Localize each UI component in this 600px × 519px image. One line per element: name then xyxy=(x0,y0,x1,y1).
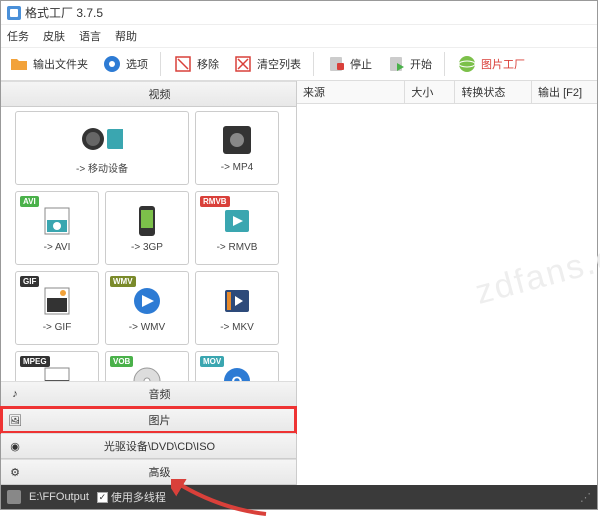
app-logo-icon xyxy=(7,6,21,20)
right-panel: 来源 大小 转换状态 输出 [F2] zdfans.c xyxy=(297,81,597,485)
titlebar: 格式工厂 3.7.5 xyxy=(1,1,597,25)
tile-mpg[interactable]: MPEG -> MPG xyxy=(15,351,99,381)
wmv-icon xyxy=(126,283,168,319)
toolbar-separator xyxy=(444,52,445,76)
main-content: 视频 -> 移动设备 -> MP4 AVI -> AVI xyxy=(1,81,597,485)
options-icon xyxy=(102,54,122,74)
tile-wmv[interactable]: WMV -> WMV xyxy=(105,271,189,345)
clear-list-button[interactable]: 清空列表 xyxy=(231,53,303,75)
col-output[interactable]: 输出 [F2] xyxy=(532,81,597,103)
menu-skin[interactable]: 皮肤 xyxy=(43,28,65,44)
category-video[interactable]: 视频 xyxy=(1,81,296,107)
stop-icon xyxy=(326,54,346,74)
left-panel: 视频 -> 移动设备 -> MP4 AVI -> AVI xyxy=(1,81,297,485)
disc-icon: ◉ xyxy=(1,440,23,453)
clear-icon xyxy=(233,54,253,74)
mkv-icon xyxy=(216,283,258,319)
toolbar: 输出文件夹 选项 移除 清空列表 停止 开始 图片工厂 xyxy=(1,48,597,81)
file-list[interactable]: zdfans.c xyxy=(297,104,597,485)
format-grid: -> 移动设备 -> MP4 AVI -> AVI -> 3GP xyxy=(1,107,296,381)
avi-tag: AVI xyxy=(20,196,39,207)
menu-task[interactable]: 任务 xyxy=(7,28,29,44)
gif-tag: GIF xyxy=(20,276,39,287)
tile-avi[interactable]: AVI -> AVI xyxy=(15,191,99,265)
3gp-icon xyxy=(126,203,168,239)
menu-help[interactable]: 帮助 xyxy=(115,28,137,44)
tile-mov[interactable]: MOV Q -> MOV xyxy=(195,351,279,381)
music-note-icon: ♪ xyxy=(1,388,23,400)
folder-small-icon[interactable] xyxy=(7,490,21,504)
mp4-icon xyxy=(216,123,258,159)
col-source[interactable]: 来源 xyxy=(297,81,405,103)
output-folder-button[interactable]: 输出文件夹 xyxy=(7,53,90,75)
tile-vob[interactable]: VOB -> VOB xyxy=(105,351,189,381)
annotation-arrow-icon xyxy=(171,479,271,519)
multithread-checkbox[interactable]: ✓使用多线程 xyxy=(97,489,166,505)
resize-grip-icon[interactable]: ⋰ xyxy=(580,491,591,504)
start-icon xyxy=(386,54,406,74)
tile-3gp[interactable]: -> 3GP xyxy=(105,191,189,265)
list-header: 来源 大小 转换状态 输出 [F2] xyxy=(297,81,597,104)
category-disc[interactable]: ◉ 光驱设备\DVD\CD\ISO xyxy=(1,433,296,459)
picture-icon: 🖼 xyxy=(1,414,23,427)
watermark: zdfans.c xyxy=(472,239,600,314)
col-state[interactable]: 转换状态 xyxy=(455,81,532,103)
devices-icon xyxy=(81,121,123,157)
folder-icon xyxy=(9,54,29,74)
toolbar-separator xyxy=(160,52,161,76)
menubar: 任务 皮肤 语言 帮助 xyxy=(1,25,597,48)
remove-icon xyxy=(173,54,193,74)
tile-mp4[interactable]: -> MP4 xyxy=(195,111,279,185)
category-picture[interactable]: 🖼 图片 xyxy=(1,407,296,433)
tile-rmvb[interactable]: RMVB -> RMVB xyxy=(195,191,279,265)
wmv-tag: WMV xyxy=(110,276,136,287)
gear-icon: ⚙ xyxy=(1,466,23,479)
avi-icon xyxy=(36,203,78,239)
app-window: 格式工厂 3.7.5 任务 皮肤 语言 帮助 输出文件夹 选项 移除 清空列表 … xyxy=(0,0,598,510)
options-button[interactable]: 选项 xyxy=(100,53,150,75)
rmvb-tag: RMVB xyxy=(200,196,230,207)
mpeg-tag: MPEG xyxy=(20,356,50,367)
image-factory-button[interactable]: 图片工厂 xyxy=(455,53,527,75)
gif-icon xyxy=(36,283,78,319)
category-audio[interactable]: ♪ 音频 xyxy=(1,381,296,407)
tile-gif[interactable]: GIF -> GIF xyxy=(15,271,99,345)
window-title: 格式工厂 3.7.5 xyxy=(25,4,103,21)
svg-text:Q: Q xyxy=(232,373,243,381)
col-size[interactable]: 大小 xyxy=(405,81,455,103)
tile-mobile[interactable]: -> 移动设备 xyxy=(15,111,189,185)
menu-language[interactable]: 语言 xyxy=(79,28,101,44)
statusbar: E:\FFOutput ✓使用多线程 ⋰ xyxy=(1,485,597,509)
vob-tag: VOB xyxy=(110,356,133,367)
toolbar-separator xyxy=(313,52,314,76)
rmvb-icon xyxy=(216,203,258,239)
start-button[interactable]: 开始 xyxy=(384,53,434,75)
remove-button[interactable]: 移除 xyxy=(171,53,221,75)
output-path: E:\FFOutput xyxy=(29,491,89,503)
tile-mkv[interactable]: -> MKV xyxy=(195,271,279,345)
mov-tag: MOV xyxy=(200,356,224,367)
stop-button[interactable]: 停止 xyxy=(324,53,374,75)
globe-icon xyxy=(457,54,477,74)
